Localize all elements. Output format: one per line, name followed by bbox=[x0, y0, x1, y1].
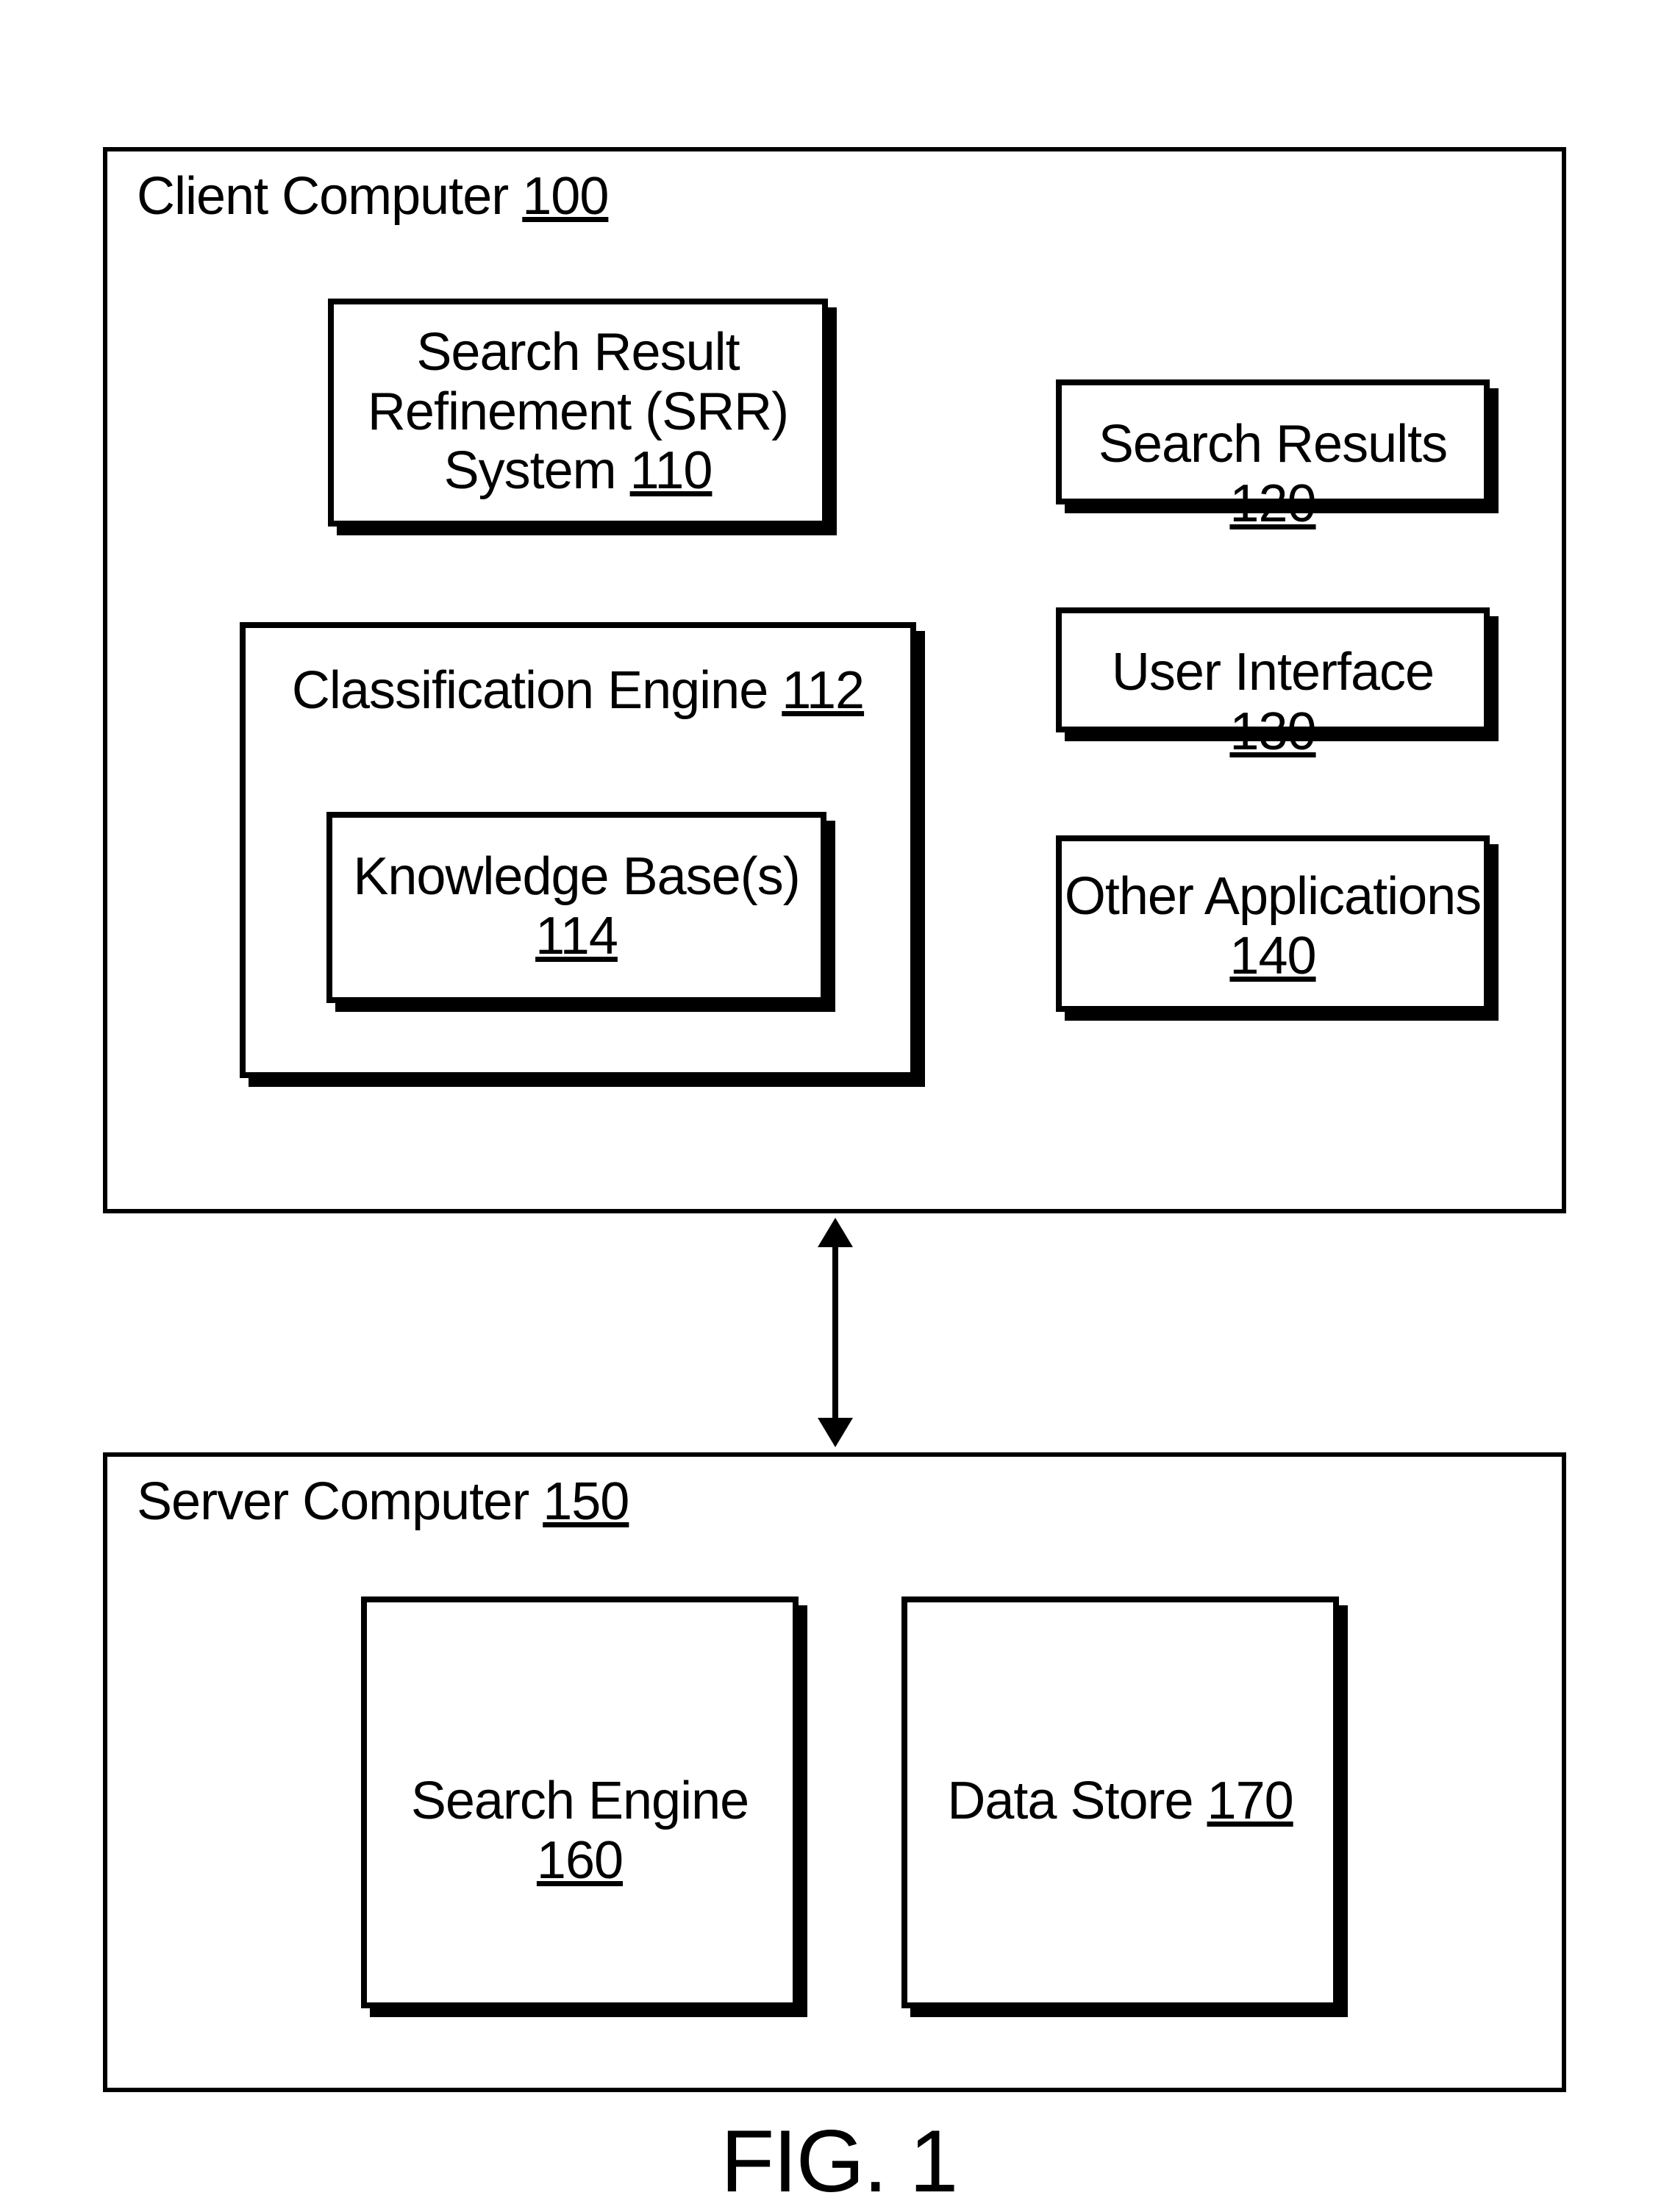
arrow-head-up-icon bbox=[818, 1218, 853, 1247]
search-results-box: Search Results 120 bbox=[1056, 379, 1490, 504]
arrow-shaft bbox=[832, 1244, 838, 1421]
ui-text: User Interface bbox=[1112, 643, 1434, 702]
srr-label: Search Result Refinement (SRR) System 11… bbox=[334, 323, 822, 501]
client-computer-container: Client Computer 100 Search Result Refine… bbox=[103, 147, 1566, 1213]
srr-line3-num: 110 bbox=[630, 441, 712, 500]
arrow-head-down-icon bbox=[818, 1418, 853, 1447]
client-computer-title: Client Computer 100 bbox=[137, 166, 608, 226]
classification-engine-label: Classification Engine 112 bbox=[246, 661, 910, 721]
other-applications-box: Other Applications 140 bbox=[1056, 835, 1490, 1012]
other-applications-label: Other Applications 140 bbox=[1062, 867, 1484, 985]
knowledge-base-label: Knowledge Base(s) 114 bbox=[332, 847, 821, 966]
user-interface-label: User Interface 130 bbox=[1062, 643, 1484, 761]
search-engine-label: Search Engine 160 bbox=[367, 1772, 793, 1890]
clseng-text: Classification Engine bbox=[292, 661, 768, 720]
data-store-label: Data Store 170 bbox=[907, 1772, 1333, 1831]
classification-engine-box: Classification Engine 112 Knowledge Base… bbox=[240, 622, 916, 1078]
user-interface-box: User Interface 130 bbox=[1056, 607, 1490, 732]
kb-num: 114 bbox=[535, 907, 618, 966]
server-title-num: 150 bbox=[543, 1472, 629, 1531]
srr-system-box: Search Result Refinement (SRR) System 11… bbox=[328, 299, 828, 527]
srr-line3-text: System bbox=[444, 441, 616, 500]
srr-line1: Search Result bbox=[416, 323, 739, 382]
server-computer-container: Server Computer 150 Search Engine 160 Da… bbox=[103, 1452, 1566, 2092]
search-engine-text: Search Engine bbox=[411, 1772, 749, 1830]
search-engine-num: 160 bbox=[537, 1831, 623, 1890]
data-store-box: Data Store 170 bbox=[901, 1596, 1339, 2008]
server-computer-title: Server Computer 150 bbox=[137, 1471, 629, 1532]
knowledge-base-box: Knowledge Base(s) 114 bbox=[326, 812, 826, 1003]
other-apps-num: 140 bbox=[1229, 927, 1315, 985]
kb-line1: Knowledge Base(s) bbox=[353, 847, 799, 906]
clseng-num: 112 bbox=[782, 661, 864, 720]
client-title-num: 100 bbox=[522, 167, 608, 226]
search-results-num: 120 bbox=[1229, 474, 1315, 533]
client-title-text: Client Computer bbox=[137, 167, 508, 226]
server-title-text: Server Computer bbox=[137, 1472, 529, 1531]
ui-num: 130 bbox=[1229, 702, 1315, 761]
search-results-text: Search Results bbox=[1099, 415, 1447, 474]
figure-caption: FIG. 1 bbox=[721, 2111, 957, 2212]
diagram-page: Client Computer 100 Search Result Refine… bbox=[0, 0, 1675, 2204]
data-store-num: 170 bbox=[1207, 1772, 1293, 1830]
srr-line2: Refinement (SRR) bbox=[368, 382, 788, 441]
other-apps-line1: Other Applications bbox=[1065, 867, 1481, 926]
data-store-text: Data Store bbox=[947, 1772, 1193, 1830]
search-results-label: Search Results 120 bbox=[1062, 415, 1484, 533]
search-engine-box: Search Engine 160 bbox=[361, 1596, 799, 2008]
